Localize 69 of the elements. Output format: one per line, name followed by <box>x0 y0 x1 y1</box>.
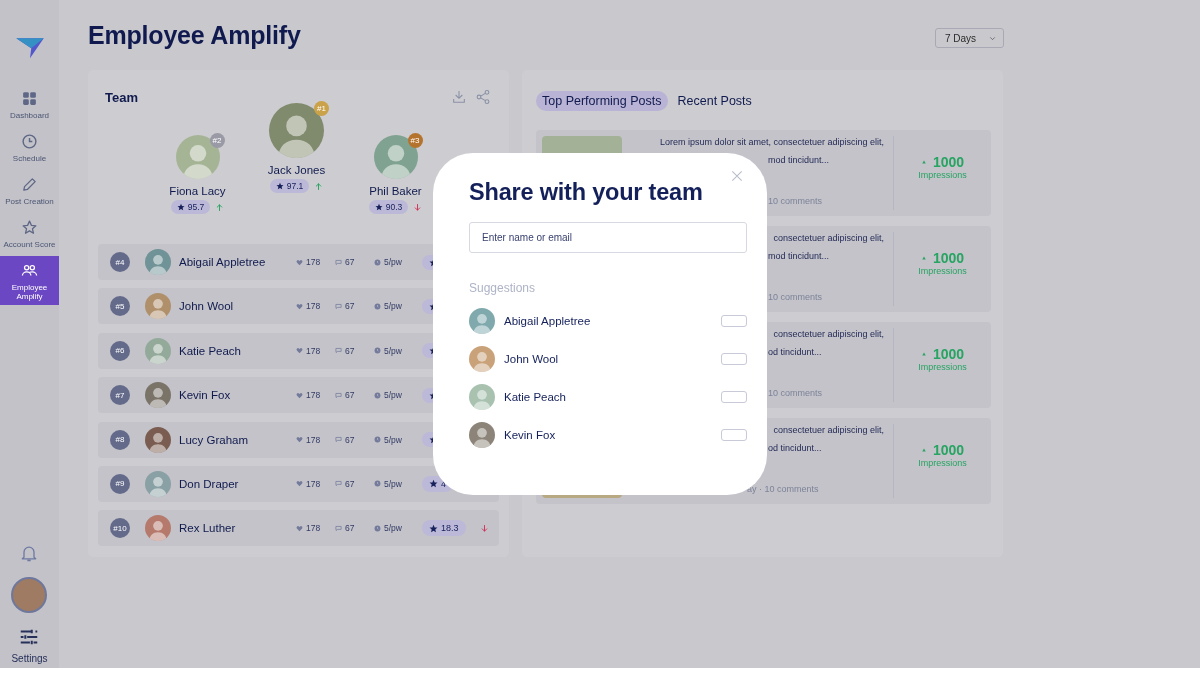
member-name: Abigail Appletree <box>179 256 267 268</box>
member-name: Rex Luther <box>179 522 237 535</box>
post-text: od tincidunt... <box>768 442 822 454</box>
post-meta: 10 comments <box>768 292 823 302</box>
impressions-label: Impressions <box>918 266 967 276</box>
member-name: Katie Peach <box>179 344 242 357</box>
post-text: Lorem ipsum dolor sit amet, consectetuer adipiscing elit, <box>659 136 884 149</box>
stat-value: 178 <box>306 345 321 356</box>
suggestion-name: Abigail Appletree <box>504 315 592 327</box>
stat-value: 5/pw <box>384 434 402 445</box>
score-badge: 18.3 <box>422 520 466 537</box>
impressions-value: 1000 <box>932 346 965 362</box>
stat-value: 5/pw <box>384 523 402 534</box>
stat-value: 5/pw <box>384 257 402 267</box>
score-badge: 95.7 <box>170 200 211 214</box>
post-text: consectetuer adipiscing elit, <box>773 424 884 437</box>
post-text: mod tincidunt... <box>768 154 830 166</box>
member-name: Kevin Fox <box>179 389 232 402</box>
stat-value: 5/pw <box>384 478 402 489</box>
impressions-label: Impressions <box>918 458 967 468</box>
stat-value: 178 <box>306 257 321 267</box>
post-meta: 10 comments <box>768 388 823 398</box>
stat-value: 67 <box>345 390 355 401</box>
stat-value: 5/pw <box>384 390 402 401</box>
rank-badge: #5 <box>110 296 130 317</box>
page-title: Employee Amplify <box>88 20 301 50</box>
member-name: Don Draper <box>179 477 240 490</box>
stat-value: 178 <box>306 390 321 401</box>
rank-badge: #6 <box>110 340 130 361</box>
suggestion-name: Katie Peach <box>504 391 567 403</box>
post-text: consectetuer adipiscing elit, <box>773 328 884 341</box>
post-text: consectetuer adipiscing elit, <box>773 232 884 245</box>
member-name: Lucy Graham <box>179 433 250 446</box>
post-meta: 10 comments <box>768 196 823 206</box>
post-text: od tincidunt... <box>768 346 822 358</box>
stat-value: 67 <box>345 301 355 312</box>
member-name: John Wool <box>179 300 235 313</box>
stat-value: 178 <box>306 478 321 489</box>
stat-value: 178 <box>306 301 321 312</box>
stat-value: 67 <box>345 523 355 534</box>
member-name: Fiona Lacy <box>169 185 226 197</box>
impressions-label: Impressions <box>918 362 967 372</box>
stat-value: 67 <box>345 434 355 445</box>
stat-value: 67 <box>345 257 355 267</box>
member-name: Phil Baker <box>369 185 422 197</box>
impressions-label: Impressions <box>918 170 967 180</box>
rank-badge: #7 <box>110 385 130 406</box>
panel-title: Team <box>105 89 138 105</box>
score-badge: 97.1 <box>269 179 310 193</box>
rank-badge: #1 <box>314 101 329 116</box>
score-badge: 90.3 <box>368 200 409 214</box>
post-text: mod tincidunt... <box>768 250 830 262</box>
impressions-value: 1000 <box>932 154 965 170</box>
stat-value: 5/pw <box>384 345 402 356</box>
post-meta: ay · 10 comments <box>747 484 819 494</box>
suggestion-name: John Wool <box>504 353 560 365</box>
rank-badge: #10 <box>110 518 130 539</box>
impressions-value: 1000 <box>932 250 965 266</box>
rank-badge: #8 <box>110 429 130 450</box>
stat-value: 67 <box>345 345 355 356</box>
rank-badge: #9 <box>110 473 130 494</box>
suggestion-name: Kevin Fox <box>504 429 557 441</box>
stat-value: 178 <box>306 523 321 534</box>
stat-value: 5/pw <box>384 301 402 312</box>
stat-value: 178 <box>306 434 321 445</box>
stat-value: 67 <box>345 478 355 489</box>
impressions-value: 1000 <box>932 442 965 458</box>
rank-badge: #4 <box>110 252 130 272</box>
member-name: Jack Jones <box>267 164 326 176</box>
